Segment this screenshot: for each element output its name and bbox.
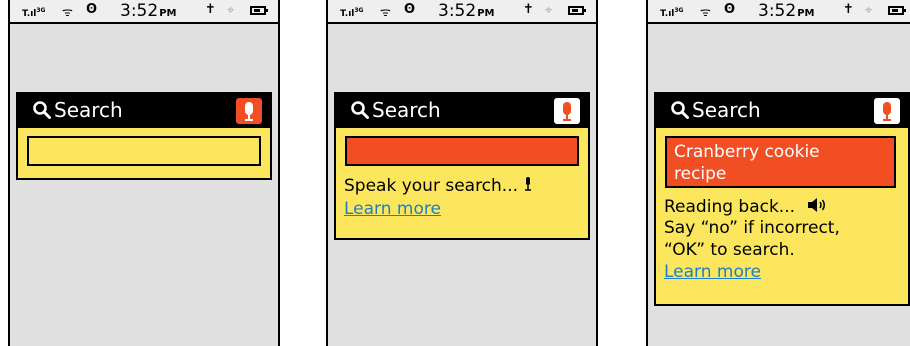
search-bar[interactable]: Search [18, 94, 270, 128]
search-input[interactable] [345, 136, 579, 166]
microphone-icon [525, 177, 532, 191]
search-bar[interactable]: Search [656, 94, 908, 128]
say-no-instruction: Say “no” if incorrect, [664, 218, 840, 238]
ok-instruction: “OK” to search. [664, 240, 795, 260]
phone-screen-readback: T.ıl3G ᯤ ʘ 3:52PM ✝ ⌖ Search Cranberry c… [646, 0, 910, 346]
search-icon [671, 101, 689, 119]
search-bar[interactable]: Search [336, 94, 588, 128]
search-label: Search [692, 98, 761, 122]
search-input[interactable] [27, 136, 261, 166]
wifi-icon: ᯤ [700, 5, 711, 19]
search-widget: Search Speak your search... Learn more [334, 92, 590, 240]
search-widget: Search Cranberry cookie recipe Reading b… [654, 92, 910, 306]
learn-more-link[interactable]: Learn more [664, 262, 761, 283]
status-bar: T.ıl3G ᯤ ʘ 3:52PM ✝ ⌖ [648, 0, 910, 24]
microphone-button[interactable] [236, 98, 262, 124]
phone-screen-listening: T.ıl3G ᯤ ʘ 3:52PM ✝ ⌖ Search Speak your [326, 0, 598, 346]
activity-icon: ✝ [205, 2, 216, 17]
signal-icon: T.ıl3G [340, 7, 364, 19]
activity-icon: ✝ [843, 2, 854, 17]
status-bar: T.ıl3G ᯤ ʘ 3:52PM ✝ ⌖ [10, 0, 278, 24]
gps-icon: ⌖ [227, 3, 235, 18]
status-bar: T.ıl3G ᯤ ʘ 3:52PM ✝ ⌖ [328, 0, 596, 24]
bluetooth-icon: ʘ [86, 2, 98, 17]
speaker-icon [808, 198, 826, 212]
search-icon [33, 101, 51, 119]
clock: 3:52PM [120, 1, 177, 21]
search-input[interactable]: Cranberry cookie recipe [665, 136, 896, 188]
search-icon [351, 101, 369, 119]
microphone-icon [563, 102, 571, 121]
phone-screen-idle: T.ıl3G ᯤ ʘ 3:52PM ✝ ⌖ Search [8, 0, 280, 346]
microphone-button[interactable] [554, 98, 580, 124]
speak-prompt: Speak your search... [344, 176, 533, 197]
search-widget: Search [16, 92, 272, 180]
gps-icon: ⌖ [865, 3, 873, 18]
reading-back-text: Reading back... [664, 196, 828, 218]
search-label: Search [54, 98, 123, 122]
signal-icon: T.ıl3G [22, 7, 46, 19]
bluetooth-icon: ʘ [404, 2, 416, 17]
wifi-icon: ᯤ [380, 5, 391, 19]
microphone-icon [883, 102, 891, 121]
battery-icon [250, 6, 268, 15]
learn-more-link[interactable]: Learn more [344, 199, 441, 220]
search-label: Search [372, 98, 441, 122]
wifi-icon: ᯤ [62, 5, 73, 19]
microphone-button[interactable] [874, 98, 900, 124]
gps-icon: ⌖ [545, 3, 553, 18]
clock: 3:52PM [758, 1, 815, 21]
clock: 3:52PM [438, 1, 495, 21]
bluetooth-icon: ʘ [724, 2, 736, 17]
battery-icon [568, 6, 586, 15]
activity-icon: ✝ [523, 2, 534, 17]
signal-icon: T.ıl3G [660, 7, 684, 19]
recognized-query: Cranberry cookie recipe [674, 142, 820, 184]
microphone-icon [245, 102, 253, 121]
battery-icon [888, 6, 906, 15]
